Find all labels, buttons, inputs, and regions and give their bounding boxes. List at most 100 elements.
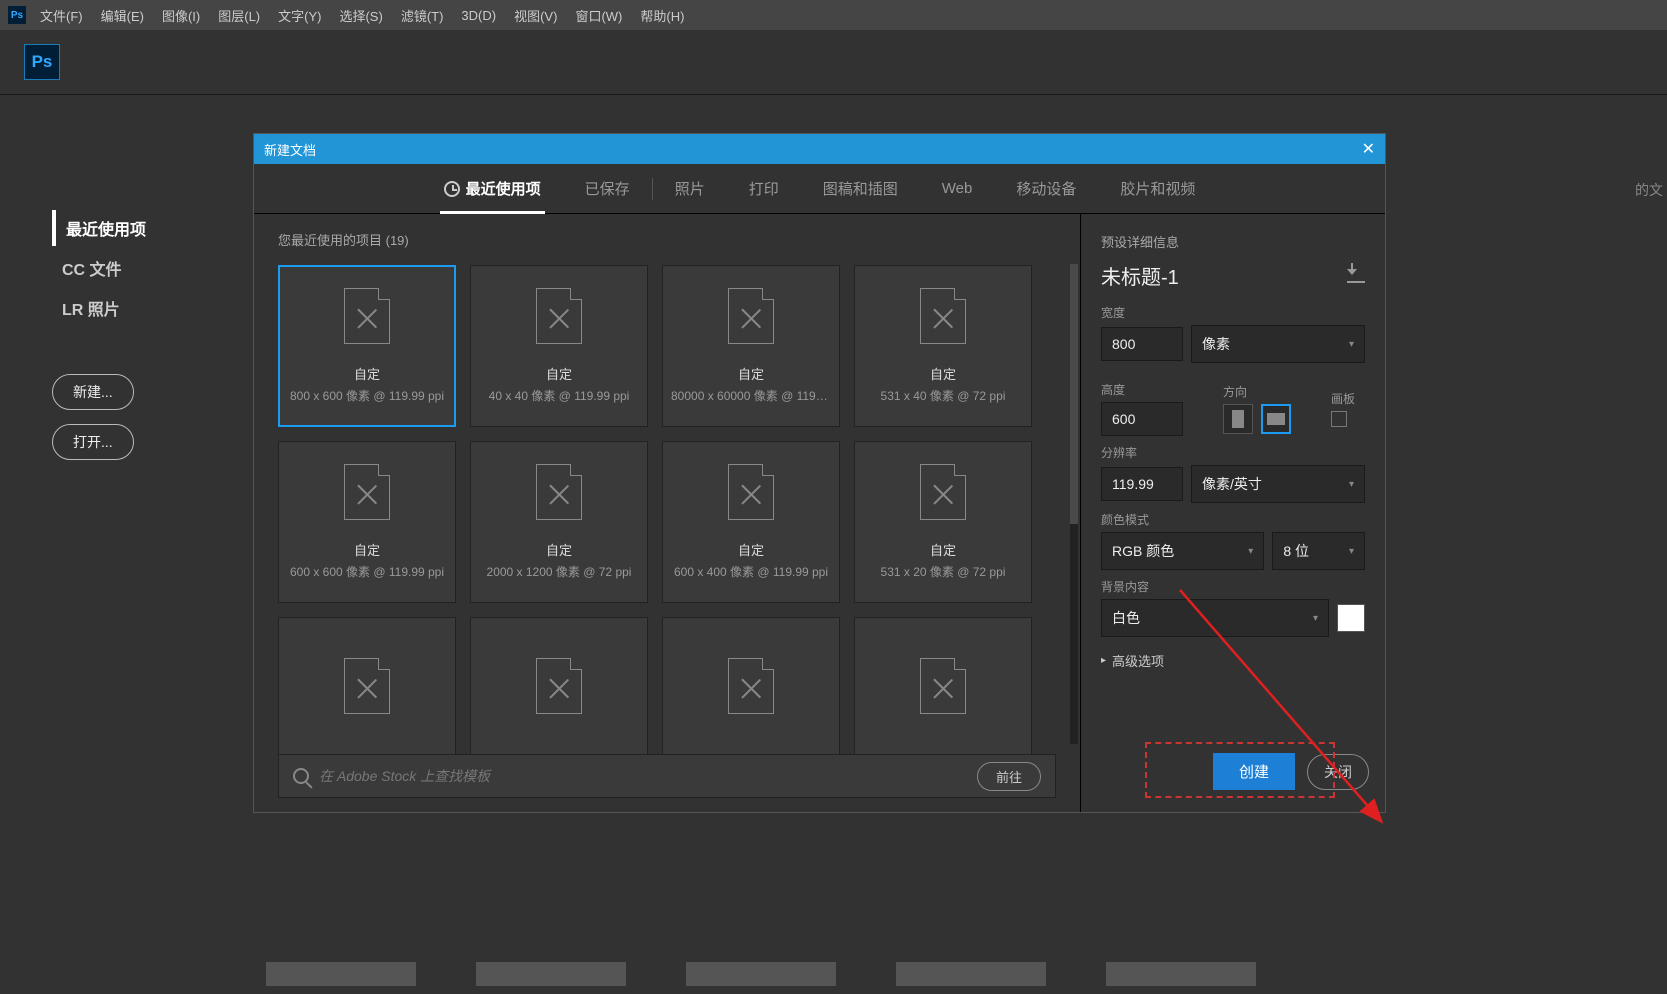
- menu-layer[interactable]: 图层(L): [218, 6, 260, 25]
- preset-name: 自定: [354, 364, 380, 383]
- unit-label: 像素/英寸: [1202, 474, 1262, 494]
- thumb[interactable]: [896, 962, 1046, 986]
- width-input[interactable]: [1101, 327, 1183, 361]
- resolution-unit-select[interactable]: 像素/英寸▾: [1191, 465, 1365, 503]
- preset-name: 自定: [738, 364, 764, 383]
- orientation-landscape[interactable]: [1261, 404, 1291, 434]
- preset-spec: 2000 x 1200 像素 @ 72 ppi: [487, 563, 632, 580]
- menu-filter[interactable]: 滤镜(T): [401, 6, 444, 25]
- chevron-down-icon: ▾: [1349, 546, 1354, 557]
- resolution-label: 分辨率: [1101, 444, 1365, 461]
- color-mode-select[interactable]: RGB 颜色▾: [1101, 532, 1264, 570]
- preset-card[interactable]: 自定 800 x 600 像素 @ 119.99 ppi: [278, 265, 456, 427]
- bg-value-label: 白色: [1112, 608, 1140, 628]
- stock-search-input[interactable]: 在 Adobe Stock 上查找模板: [319, 766, 977, 786]
- details-header: 预设详细信息: [1101, 232, 1365, 251]
- tab-mobile[interactable]: 移动设备: [994, 164, 1098, 214]
- advanced-options-toggle[interactable]: ▸ 高级选项: [1101, 651, 1365, 670]
- thumb[interactable]: [686, 962, 836, 986]
- orientation-portrait[interactable]: [1223, 404, 1253, 434]
- preset-card[interactable]: 自定 531 x 20 像素 @ 72 ppi: [854, 441, 1032, 603]
- resolution-input[interactable]: [1101, 467, 1183, 501]
- recent-header: 您最近使用的项目 (19): [278, 230, 1068, 249]
- search-icon: [293, 768, 309, 784]
- tab-web[interactable]: Web: [920, 164, 995, 214]
- preset-card[interactable]: 自定 80000 x 60000 像素 @ 119.9...: [662, 265, 840, 427]
- stock-go-button[interactable]: 前往: [977, 762, 1041, 791]
- background-label: 背景内容: [1101, 578, 1365, 595]
- create-button[interactable]: 创建: [1213, 753, 1295, 790]
- preset-card[interactable]: 自定 531 x 40 像素 @ 72 ppi: [854, 265, 1032, 427]
- preset-grid: 自定 800 x 600 像素 @ 119.99 ppi 自定 40 x 40 …: [278, 265, 1068, 779]
- tab-saved[interactable]: 已保存: [563, 164, 652, 214]
- menu-help[interactable]: 帮助(H): [640, 6, 684, 25]
- advanced-label: 高级选项: [1112, 651, 1164, 670]
- menu-file[interactable]: 文件(F): [40, 6, 83, 25]
- document-name-input[interactable]: 未标题-1: [1101, 261, 1179, 290]
- thumb[interactable]: [1106, 962, 1256, 986]
- document-icon: [728, 658, 774, 714]
- tab-art[interactable]: 图稿和插图: [801, 164, 920, 214]
- close-button[interactable]: 关闭: [1307, 754, 1369, 790]
- document-icon: [344, 658, 390, 714]
- new-button[interactable]: 新建...: [52, 374, 134, 410]
- bit-depth-select[interactable]: 8 位 ▾: [1272, 532, 1365, 570]
- dialog-tabs: 最近使用项 已保存 照片 打印 图稿和插图 Web 移动设备 胶片和视频: [254, 164, 1385, 214]
- preset-name: 自定: [546, 364, 572, 383]
- cropped-text: 的文: [1635, 180, 1663, 200]
- menu-bar: Ps 文件(F) 编辑(E) 图像(I) 图层(L) 文字(Y) 选择(S) 滤…: [0, 0, 1667, 30]
- scrollbar-thumb[interactable]: [1070, 264, 1078, 524]
- tab-photo[interactable]: 照片: [653, 164, 727, 214]
- background-select[interactable]: 白色▾: [1101, 599, 1329, 637]
- preset-spec: 40 x 40 像素 @ 119.99 ppi: [489, 387, 630, 404]
- dialog-titlebar: 新建文档 ✕: [254, 134, 1385, 164]
- open-button[interactable]: 打开...: [52, 424, 134, 460]
- artboard-checkbox[interactable]: [1331, 411, 1347, 427]
- menu-image[interactable]: 图像(I): [162, 6, 200, 25]
- app-toolbar: Ps: [0, 30, 1667, 95]
- dialog-title: 新建文档: [264, 140, 316, 159]
- save-preset-icon[interactable]: [1347, 269, 1365, 283]
- tab-recent[interactable]: 最近使用项: [422, 164, 563, 214]
- preset-name: 自定: [738, 540, 764, 559]
- preset-card[interactable]: 自定 600 x 400 像素 @ 119.99 ppi: [662, 441, 840, 603]
- height-input[interactable]: [1101, 402, 1183, 436]
- preset-details-panel: 预设详细信息 未标题-1 宽度 像素▾ 高度 方向: [1080, 214, 1385, 812]
- preset-name: 自定: [546, 540, 572, 559]
- sidebar-item-cc-files[interactable]: CC 文件: [52, 250, 212, 286]
- menu-type[interactable]: 文字(Y): [278, 6, 321, 25]
- sidebar-item-recent[interactable]: 最近使用项: [52, 210, 212, 246]
- preset-spec: 531 x 20 像素 @ 72 ppi: [881, 563, 1006, 580]
- dialog-close-icon[interactable]: ✕: [1362, 139, 1375, 159]
- depth-label: 8 位: [1283, 541, 1309, 561]
- menu-window[interactable]: 窗口(W): [575, 6, 622, 25]
- document-icon: [344, 288, 390, 344]
- width-unit-select[interactable]: 像素▾: [1191, 325, 1365, 363]
- menu-edit[interactable]: 编辑(E): [101, 6, 144, 25]
- background-color-swatch[interactable]: [1337, 604, 1365, 632]
- preset-card[interactable]: 自定 2000 x 1200 像素 @ 72 ppi: [470, 441, 648, 603]
- thumb[interactable]: [476, 962, 626, 986]
- sidebar-item-lr-photos[interactable]: LR 照片: [52, 290, 212, 326]
- menu-3d[interactable]: 3D(D): [461, 8, 496, 23]
- document-icon: [536, 658, 582, 714]
- adobe-stock-search: 在 Adobe Stock 上查找模板 前往: [278, 754, 1056, 798]
- preset-card[interactable]: 自定 600 x 600 像素 @ 119.99 ppi: [278, 441, 456, 603]
- document-icon: [728, 464, 774, 520]
- mode-label: RGB 颜色: [1112, 541, 1174, 561]
- tab-film[interactable]: 胶片和视频: [1098, 164, 1217, 214]
- tab-print[interactable]: 打印: [727, 164, 801, 214]
- menu-view[interactable]: 视图(V): [514, 6, 557, 25]
- color-mode-label: 颜色模式: [1101, 511, 1365, 528]
- height-label: 高度: [1101, 381, 1183, 398]
- document-icon: [536, 288, 582, 344]
- thumb[interactable]: [266, 962, 416, 986]
- preset-spec: 80000 x 60000 像素 @ 119.9...: [671, 387, 831, 404]
- menu-select[interactable]: 选择(S): [339, 6, 382, 25]
- width-label: 宽度: [1101, 304, 1365, 321]
- presets-area: 您最近使用的项目 (19) 自定 800 x 600 像素 @ 119.99 p…: [254, 214, 1080, 812]
- preset-spec: 600 x 600 像素 @ 119.99 ppi: [290, 563, 444, 580]
- preset-name: 自定: [930, 364, 956, 383]
- preset-card[interactable]: 自定 40 x 40 像素 @ 119.99 ppi: [470, 265, 648, 427]
- document-icon: [920, 658, 966, 714]
